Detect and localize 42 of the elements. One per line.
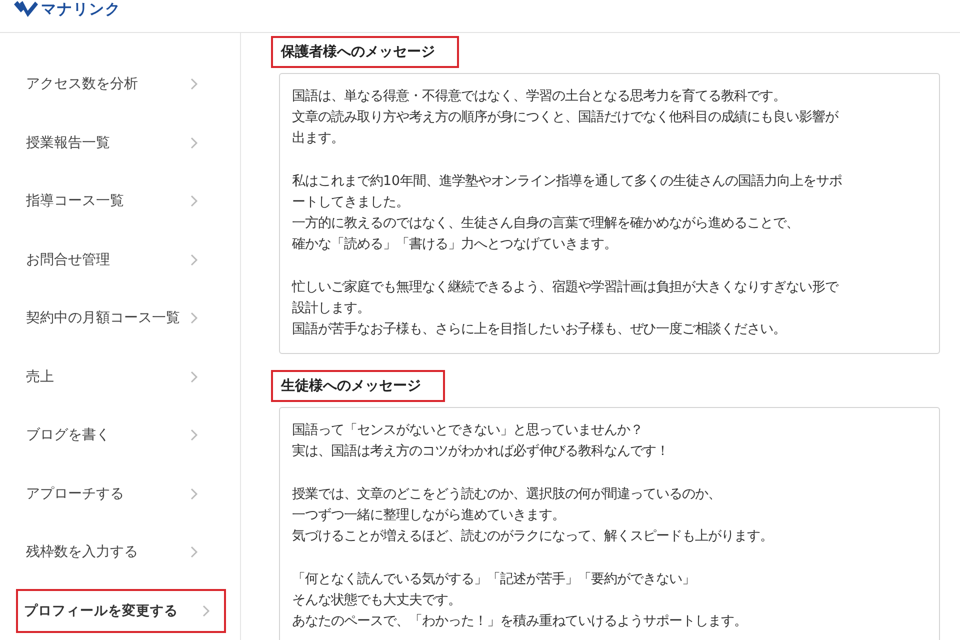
chevron-icon (190, 488, 198, 500)
message-line: そんな状態でも大丈夫です。 (292, 592, 462, 610)
sidebar-item[interactable]: ブログを書く (0, 406, 226, 464)
chevron-icon (190, 195, 198, 208)
sidebar-item[interactable]: アクセス数を分析 (0, 55, 226, 114)
message-line: 確かな「読める」「書ける」力へとつなげていきます。 (292, 236, 618, 254)
message-line: 気づけることが増えるほど、読むのがラクになって、解くスピードも上がります。 (292, 528, 774, 546)
sidebar-item[interactable]: 指導コース一覧 (0, 172, 226, 230)
message-line: 授業では、文章のどこをどう読むのか、選択肢の何が間違っているのか、 (292, 486, 722, 504)
message-line: 忙しいご家庭でも無理なく継続できるよう、宿題や学習計画は負担が大きくなりすぎない形で (292, 278, 840, 297)
chevron-icon (190, 136, 198, 149)
sidebar-item[interactable]: お問合せ管理 (0, 230, 226, 289)
chevron-icon (190, 370, 198, 383)
sidebar-item[interactable]: 契約中の月額コース一覧 (0, 289, 226, 348)
message-line: 私はこれまで約10年間、進学塾やオンライン指導を通して多くの生徒さんの国語力向上をサポ (292, 172, 843, 191)
sidebar-item[interactable]: 残枠数を入力する (0, 523, 226, 582)
message-line: 設計します。 (292, 300, 371, 318)
sidebar-item[interactable]: 売上 (0, 348, 226, 406)
logo-icon (14, 1, 38, 17)
message-line: 文章の読み取り方や考え方の順序が身につくと、国語だけでなく他科目の成績にも良い影響が (292, 108, 840, 128)
sidebar-item[interactable]: アプローチする (0, 464, 226, 523)
message-line: 一方的に教えるのではなく、生徒さん自身の言葉で理解を確かめながら進めることで、 (292, 214, 800, 234)
message-line: 出ます。 (292, 130, 345, 148)
section-heading: 保護者様へのメッセージ (271, 36, 459, 68)
chevron-icon (202, 604, 210, 616)
message-line: ートしてきました。 (292, 194, 410, 212)
message-line: 一つずつ一緒に整理しながら進めていきます。 (292, 507, 566, 525)
message-line: 国語は、単なる得意・不得意ではなく、学習の土台となる思考力を育てる教科です。 (292, 88, 787, 106)
chevron-icon (190, 546, 198, 558)
message-line: 国語って「センスがないとできない」と思っていませんか？ (292, 422, 644, 440)
sidebar-item[interactable]: プロフィールを変更する (16, 588, 226, 632)
logo-text: マナリンク (41, 0, 121, 18)
chevron-icon (190, 429, 198, 442)
message-line: 国語が苦手なお子様も、さらに上を目指したいお子様も、ぜひ一度ご相談ください。 (292, 320, 787, 340)
message-line: 実は、国語は考え方のコツがわかれば必ず伸びる教科なんです！ (292, 442, 670, 462)
message-line: あなたのペースで、「わかった！」を積み重ねていけるようサポートします。 (292, 612, 748, 631)
chevron-icon (190, 254, 198, 266)
sidebar-item[interactable]: 授業報告一覧 (0, 114, 226, 172)
chevron-icon (190, 78, 198, 90)
chevron-icon (190, 312, 198, 324)
message-line: 「何となく読んでいる気がする」「記述が苦手」「要約ができない」 (292, 570, 696, 589)
section-heading: 生徒様へのメッセージ (271, 370, 445, 402)
